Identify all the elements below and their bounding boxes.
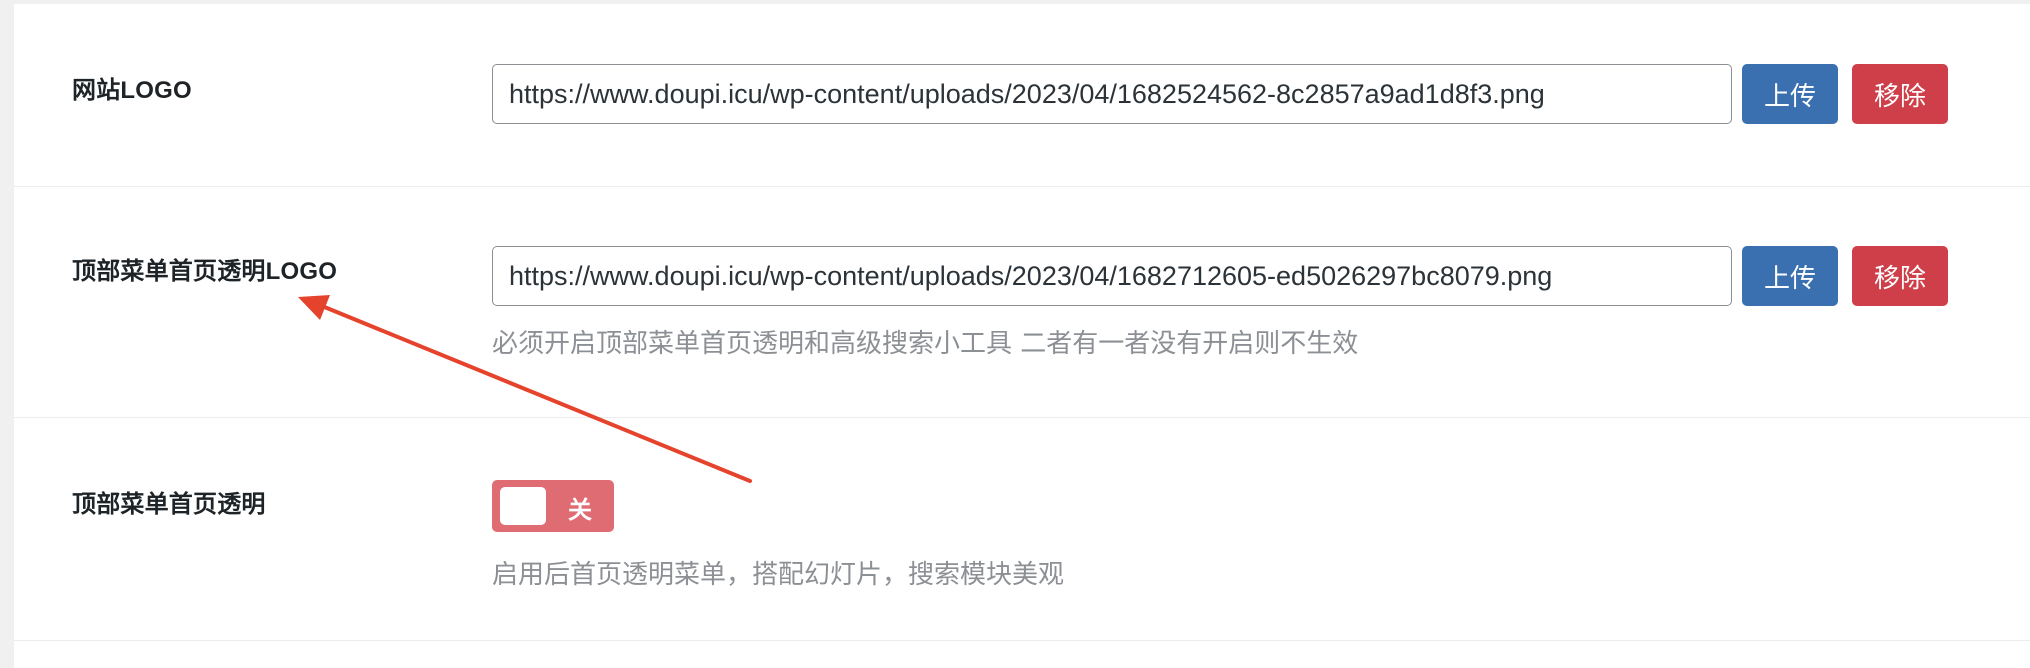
transparent-logo-url-input[interactable] [492, 246, 1732, 306]
site-logo-label: 网站LOGO [72, 77, 192, 104]
transparent-menu-label: 顶部菜单首页透明 [72, 491, 266, 518]
site-logo-url-input[interactable] [492, 64, 1732, 124]
site-logo-field: 上传 移除 [492, 64, 1948, 124]
transparent-logo-description: 必须开启顶部菜单首页透明和高级搜索小工具 二者有一者没有开启则不生效 [492, 329, 1359, 359]
setting-row-site-logo: 网站LOGO 上传 移除 [14, 4, 2030, 187]
settings-panel: 网站LOGO 上传 移除 顶部菜单首页透明LOGO 上传 移除 必须开启顶部菜单… [14, 4, 2030, 668]
transparent-logo-upload-button[interactable]: 上传 [1742, 246, 1838, 306]
transparent-logo-label: 顶部菜单首页透明LOGO [72, 258, 338, 285]
transparent-menu-toggle[interactable]: 关 [492, 480, 614, 532]
transparent-logo-field: 上传 移除 [492, 246, 1948, 306]
setting-row-transparent-menu: 顶部菜单首页透明 关 启用后首页透明菜单，搭配幻灯片，搜索模块美观 [14, 418, 2030, 641]
transparent-menu-description: 启用后首页透明菜单，搭配幻灯片，搜索模块美观 [492, 560, 1065, 590]
transparent-logo-remove-button[interactable]: 移除 [1852, 246, 1948, 306]
site-logo-upload-button[interactable]: 上传 [1742, 64, 1838, 124]
setting-row-transparent-logo: 顶部菜单首页透明LOGO 上传 移除 必须开启顶部菜单首页透明和高级搜索小工具 … [14, 187, 2030, 418]
toggle-state-text: 关 [568, 496, 592, 524]
site-logo-remove-button[interactable]: 移除 [1852, 64, 1948, 124]
toggle-knob [500, 487, 546, 525]
